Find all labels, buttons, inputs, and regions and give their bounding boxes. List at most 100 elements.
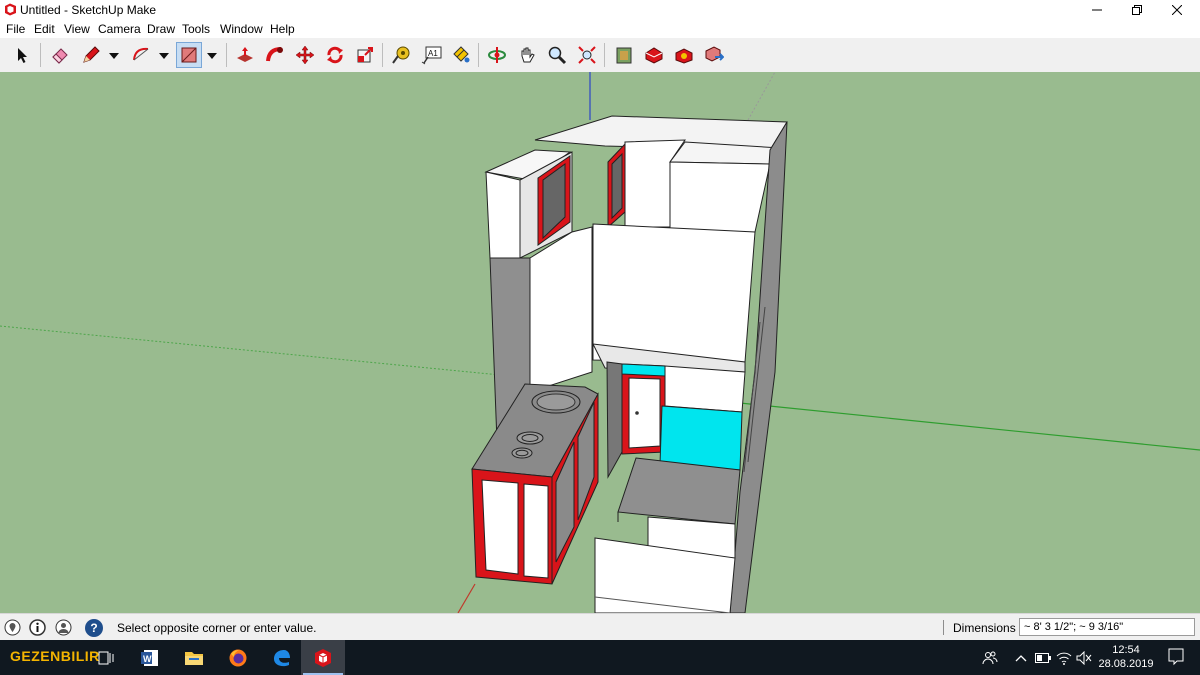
left-back-wall xyxy=(529,226,593,393)
notification-icon[interactable] xyxy=(1168,648,1184,666)
help-glyph: ? xyxy=(90,621,98,635)
menu-help[interactable]: Help xyxy=(270,22,295,36)
battery-icon[interactable] xyxy=(1035,650,1051,666)
word-icon[interactable]: W xyxy=(128,640,172,675)
tape-measure-icon xyxy=(392,46,410,64)
warehouse-tool[interactable] xyxy=(611,42,637,68)
menu-view[interactable]: View xyxy=(64,22,90,36)
extension-warehouse-tool[interactable] xyxy=(641,42,667,68)
island-front-panel xyxy=(481,479,519,575)
paint-bucket-icon xyxy=(453,46,470,63)
follow-me-tool[interactable] xyxy=(262,42,288,68)
measurements-input[interactable] xyxy=(1019,618,1195,636)
geo-location-icon[interactable] xyxy=(4,619,21,636)
scale-tool[interactable] xyxy=(352,42,378,68)
sink-bowl-inner xyxy=(536,393,576,411)
menu-tools[interactable]: Tools xyxy=(182,22,210,36)
move-icon xyxy=(295,45,315,65)
sketchup-taskbar-icon[interactable] xyxy=(301,640,345,675)
cooktop-burner-1 xyxy=(516,431,544,445)
arc-tool[interactable] xyxy=(128,42,154,68)
push-pull-icon xyxy=(237,47,253,62)
text-icon: A1 xyxy=(421,46,442,65)
rectangle-tool-dropdown[interactable] xyxy=(206,50,218,62)
share-model-tool[interactable] xyxy=(701,42,727,68)
zoom-icon xyxy=(548,46,567,65)
arc-tool-dropdown[interactable] xyxy=(158,50,170,62)
toolbar-separator xyxy=(604,43,605,67)
orbit-icon xyxy=(488,47,506,63)
components-icon xyxy=(675,48,693,64)
scale-icon xyxy=(357,47,373,63)
chevron-down-icon xyxy=(159,53,169,59)
credits-icon[interactable] xyxy=(29,619,46,636)
arrow-cursor-icon xyxy=(18,48,27,63)
help-icon[interactable]: ? xyxy=(85,619,103,637)
svg-text:A1: A1 xyxy=(428,49,438,58)
vcb-separator xyxy=(943,620,944,635)
line-tool-dropdown[interactable] xyxy=(108,50,120,62)
zoom-tool[interactable] xyxy=(544,42,570,68)
clock-time: 12:54 xyxy=(1112,644,1140,656)
tape-measure-tool[interactable] xyxy=(388,42,414,68)
floor-counter xyxy=(617,457,741,525)
status-message: Select opposite corner or enter value. xyxy=(117,621,317,635)
warehouse-icon xyxy=(616,47,632,64)
close-icon[interactable] xyxy=(1154,0,1200,20)
pan-tool[interactable] xyxy=(514,42,540,68)
people-icon[interactable] xyxy=(982,650,998,666)
green-axis-negative xyxy=(0,325,501,376)
arc-icon xyxy=(133,47,149,61)
line-tool[interactable] xyxy=(78,42,104,68)
rotate-tool[interactable] xyxy=(322,42,348,68)
wifi-icon[interactable] xyxy=(1056,650,1072,666)
move-tool[interactable] xyxy=(292,42,318,68)
edge-icon[interactable] xyxy=(260,640,304,675)
toolbar-separator xyxy=(382,43,383,67)
components-tool[interactable] xyxy=(671,42,697,68)
window-title: Untitled - SketchUp Make xyxy=(20,3,157,17)
zoom-extents-icon xyxy=(578,46,596,64)
title-bar: Untitled - SketchUp Make xyxy=(0,0,1200,20)
model-viewport[interactable] xyxy=(0,72,1200,613)
share-model-icon xyxy=(705,46,724,62)
extension-icon xyxy=(645,47,663,64)
text-tool[interactable]: A1 xyxy=(418,42,444,68)
push-pull-tool[interactable] xyxy=(232,42,258,68)
file-explorer-icon[interactable] xyxy=(172,640,216,675)
eraser-icon xyxy=(52,48,68,64)
vcb-label: Dimensions xyxy=(953,621,1016,635)
back-upper-cabinet-panel xyxy=(611,152,623,220)
zoom-extents-tool[interactable] xyxy=(574,42,600,68)
task-view-icon[interactable] xyxy=(84,640,128,675)
toolbar-separator xyxy=(40,43,41,67)
rectangle-icon xyxy=(181,47,197,63)
cyan-appliance xyxy=(659,405,743,471)
firefox-icon[interactable] xyxy=(216,640,260,675)
main-toolbar: A1 xyxy=(0,38,1200,73)
volume-mute-icon[interactable] xyxy=(1076,650,1092,666)
paint-bucket-tool[interactable] xyxy=(448,42,474,68)
select-tool[interactable] xyxy=(9,42,35,68)
eraser-tool[interactable] xyxy=(47,42,73,68)
chevron-down-icon xyxy=(207,53,217,59)
red-axis xyxy=(457,583,476,613)
rectangle-tool[interactable] xyxy=(176,42,202,68)
kitchen-model-canvas xyxy=(0,72,1200,613)
chevron-down-icon xyxy=(109,53,119,59)
menu-bar: File Edit View Camera Draw Tools Window … xyxy=(0,20,1200,38)
pan-hand-icon xyxy=(521,47,535,63)
menu-file[interactable]: File xyxy=(6,22,25,36)
green-axis xyxy=(739,402,1200,451)
red-axis-negative xyxy=(747,72,776,121)
menu-edit[interactable]: Edit xyxy=(34,22,55,36)
chevron-up-icon[interactable] xyxy=(1013,650,1029,666)
menu-camera[interactable]: Camera xyxy=(98,22,141,36)
system-clock[interactable]: 12:54 28.08.2019 xyxy=(1098,643,1154,671)
svg-text:W: W xyxy=(143,654,152,664)
toolbar-separator xyxy=(226,43,227,67)
orbit-tool[interactable] xyxy=(484,42,510,68)
menu-window[interactable]: Window xyxy=(220,22,263,36)
menu-draw[interactable]: Draw xyxy=(147,22,175,36)
user-icon[interactable] xyxy=(55,619,72,636)
